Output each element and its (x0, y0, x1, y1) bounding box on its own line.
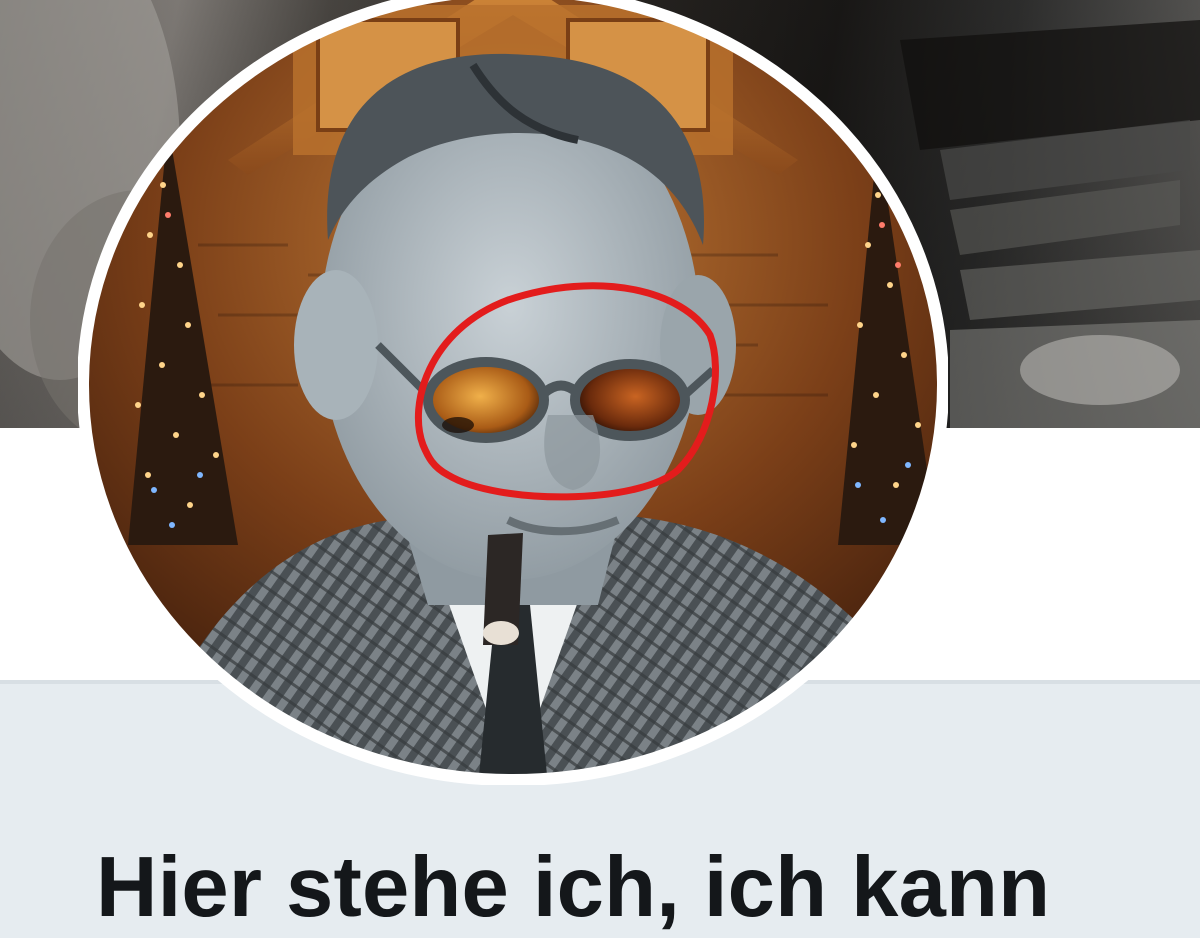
profile-display-name: Hier stehe ich, ich kann (96, 840, 1051, 935)
profile-avatar[interactable] (78, 0, 948, 785)
profile-avatar-image (78, 0, 948, 785)
